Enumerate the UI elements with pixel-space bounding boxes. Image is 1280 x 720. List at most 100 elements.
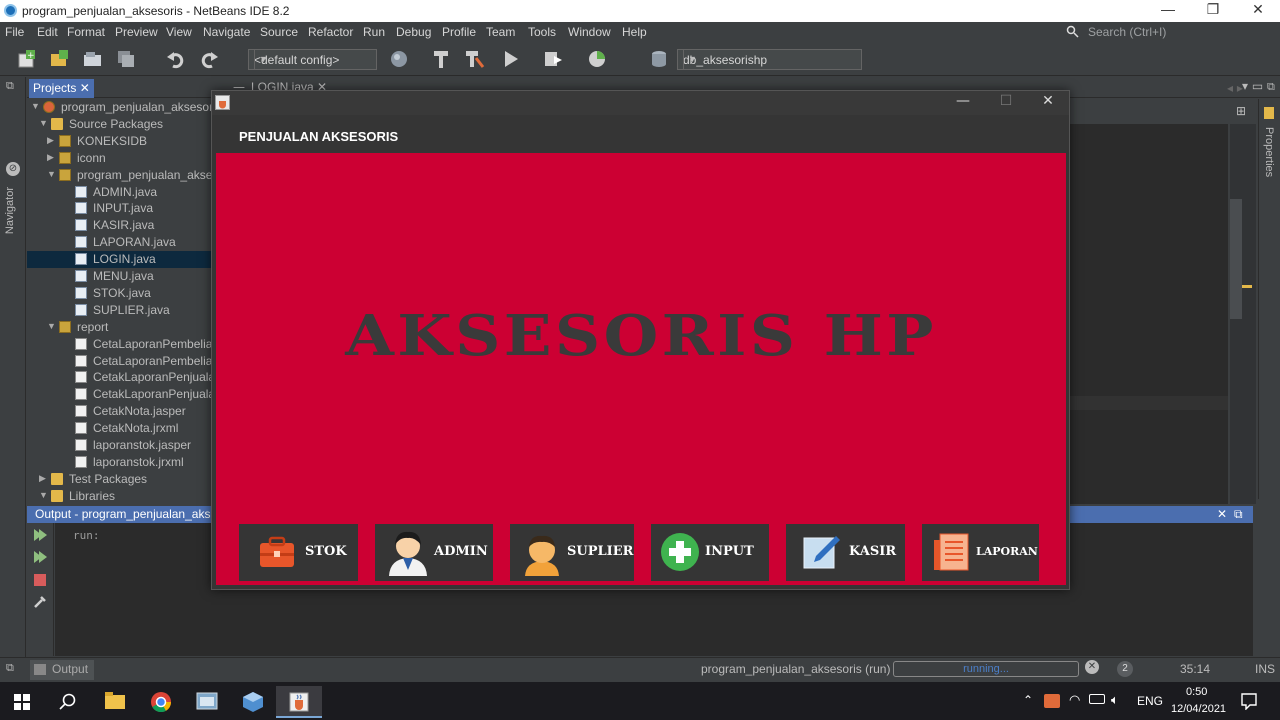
projects-tab[interactable]: Projects ✕ xyxy=(29,79,94,98)
expanded-toggle-icon[interactable]: ▼ xyxy=(47,169,56,179)
scroll-tabs-icon[interactable]: ◂ ▸ xyxy=(1227,81,1243,95)
tree-item[interactable]: LAPORAN.java xyxy=(27,234,211,251)
close-icon[interactable]: ✕ xyxy=(1238,1,1278,21)
tree-item[interactable]: ▼ Source Packages xyxy=(27,116,211,133)
close-icon[interactable]: ✕ xyxy=(1217,507,1227,521)
stok-button[interactable]: STOK xyxy=(239,524,358,581)
language-indicator[interactable]: ENG xyxy=(1137,694,1163,708)
tree-item[interactable]: laporanstok.jrxml xyxy=(27,454,211,471)
action-center-icon[interactable] xyxy=(1240,692,1258,710)
maximize-icon[interactable]: ☐ xyxy=(986,93,1026,113)
chrome-taskbar-item[interactable] xyxy=(138,686,184,718)
tree-item[interactable]: INPUT.java xyxy=(27,200,211,217)
menu-file[interactable]: File xyxy=(5,25,24,39)
menu-help[interactable]: Help xyxy=(622,25,647,39)
battery-icon[interactable] xyxy=(1089,694,1105,704)
minimize-icon[interactable]: — xyxy=(1148,1,1188,21)
database-combo[interactable]: db_aksesorishp ▼ xyxy=(677,49,862,70)
menu-preview[interactable]: Preview xyxy=(115,25,158,39)
java-app-taskbar-item[interactable] xyxy=(276,686,322,718)
settings-icon[interactable] xyxy=(33,595,47,609)
collapsed-toggle-icon[interactable]: ▶ xyxy=(47,152,54,163)
expanded-toggle-icon[interactable]: ▼ xyxy=(39,490,48,500)
config-combo[interactable]: <default config> ▼ xyxy=(248,49,377,70)
laporan-button[interactable]: LAPORAN xyxy=(922,524,1039,581)
tree-item[interactable]: STOK.java xyxy=(27,285,211,302)
notifications-badge[interactable]: 2 xyxy=(1117,661,1133,677)
stop-icon[interactable] xyxy=(33,573,47,587)
undo-icon[interactable] xyxy=(165,48,187,70)
editor-scrollbar-track[interactable] xyxy=(1230,124,1256,504)
expanded-toggle-icon[interactable]: ▼ xyxy=(47,321,56,331)
admin-button[interactable]: ADMIN xyxy=(375,524,493,581)
clock-time[interactable]: 0:50 xyxy=(1186,686,1207,698)
ide-search-box[interactable]: Search (Ctrl+I) xyxy=(1066,24,1266,40)
menu-refactor[interactable]: Refactor xyxy=(308,25,353,39)
menu-edit[interactable]: Edit xyxy=(37,25,58,39)
save-all-icon[interactable] xyxy=(115,48,137,70)
menu-tools[interactable]: Tools xyxy=(528,25,556,39)
profile-icon[interactable] xyxy=(586,48,608,70)
tree-item[interactable]: ▶ Test Packages xyxy=(27,471,211,488)
clock-date[interactable]: 12/04/2021 xyxy=(1171,703,1226,715)
restore-window-icon[interactable]: ⧉ xyxy=(1267,80,1275,94)
tree-item[interactable]: ▼ Libraries xyxy=(27,488,211,504)
database-icon[interactable] xyxy=(648,48,670,70)
kasir-button[interactable]: KASIR xyxy=(786,524,905,581)
properties-tab[interactable]: Properties xyxy=(1263,127,1275,177)
expanded-toggle-icon[interactable]: ▼ xyxy=(31,101,40,111)
volume-icon[interactable]: 🔈︎ xyxy=(1111,692,1119,708)
close-icon[interactable]: ✕ xyxy=(80,81,90,95)
tree-item[interactable]: ▶ iconn xyxy=(27,150,211,167)
open-project-icon[interactable] xyxy=(82,48,104,70)
navigator-tab[interactable]: Navigator xyxy=(4,187,16,234)
tree-item[interactable]: KASIR.java xyxy=(27,217,211,234)
wifi-icon[interactable]: ◠ xyxy=(1069,692,1080,708)
menu-run[interactable]: Run xyxy=(363,25,385,39)
tree-item[interactable]: ▶ KONEKSIDB xyxy=(27,133,211,150)
file-explorer-taskbar-item[interactable] xyxy=(92,686,138,718)
new-file-icon[interactable] xyxy=(48,48,70,70)
collapsed-toggle-icon[interactable]: ▶ xyxy=(47,135,54,146)
restore-window-icon[interactable]: ⧉ xyxy=(6,662,14,675)
output-minimized-tab[interactable]: Output xyxy=(30,660,95,680)
editor-scrollbar-thumb[interactable] xyxy=(1230,199,1242,319)
restore-icon[interactable]: ❐ xyxy=(1193,1,1233,21)
globe-icon[interactable] xyxy=(388,48,410,70)
tree-item[interactable]: ▼ program_penjualan_aksesoris xyxy=(27,99,211,116)
chevron-up-icon[interactable]: ⌃ xyxy=(1023,693,1033,707)
restore-window-icon[interactable]: ⧉ xyxy=(6,79,14,93)
minimize-icon[interactable]: — xyxy=(943,93,983,113)
run-icon[interactable] xyxy=(500,48,522,70)
tree-item[interactable]: ADMIN.java xyxy=(27,184,211,201)
editor-toolbar-icon[interactable]: ⊞ xyxy=(1236,104,1250,118)
menu-navigate[interactable]: Navigate xyxy=(203,25,250,39)
tree-item[interactable]: laporanstok.jasper xyxy=(27,437,211,454)
tree-item[interactable]: CetakLaporanPenjualan.jrxml xyxy=(27,386,211,403)
windows-start-icon[interactable] xyxy=(14,694,30,710)
debug-icon[interactable] xyxy=(542,48,564,70)
close-icon[interactable]: ✕ xyxy=(1028,93,1068,113)
tree-item[interactable]: CetakNota.jrxml xyxy=(27,420,211,437)
tree-item[interactable]: CetakLaporanPenjualan.jasper xyxy=(27,369,211,386)
tray-app-icon[interactable] xyxy=(1044,694,1060,708)
tree-item[interactable]: MENU.java xyxy=(27,268,211,285)
menu-team[interactable]: Team xyxy=(486,25,515,39)
taskbar-search-icon[interactable] xyxy=(59,693,77,711)
window-list-icon[interactable]: ▾ ▭ xyxy=(1242,79,1263,93)
tree-item[interactable]: CetakNota.jasper xyxy=(27,403,211,420)
tree-item[interactable]: ▼ program_penjualan_aksesoris xyxy=(27,167,211,184)
collapsed-toggle-icon[interactable]: ▶ xyxy=(39,473,46,484)
netbeans-taskbar-item[interactable] xyxy=(230,686,276,718)
new-project-icon[interactable]: + xyxy=(16,48,38,70)
tree-item[interactable]: LOGIN.java xyxy=(27,251,211,269)
menu-view[interactable]: View xyxy=(166,25,192,39)
rerun-with-parameters-icon[interactable] xyxy=(32,549,48,565)
restore-window-icon[interactable]: ⧉ xyxy=(1234,507,1243,522)
expanded-toggle-icon[interactable]: ▼ xyxy=(39,118,48,128)
menu-window[interactable]: Window xyxy=(568,25,611,39)
build-hammer-icon[interactable] xyxy=(430,48,452,70)
cancel-process-icon[interactable]: ✕ xyxy=(1085,660,1099,674)
menu-source[interactable]: Source xyxy=(260,25,298,39)
redo-icon[interactable] xyxy=(198,48,220,70)
